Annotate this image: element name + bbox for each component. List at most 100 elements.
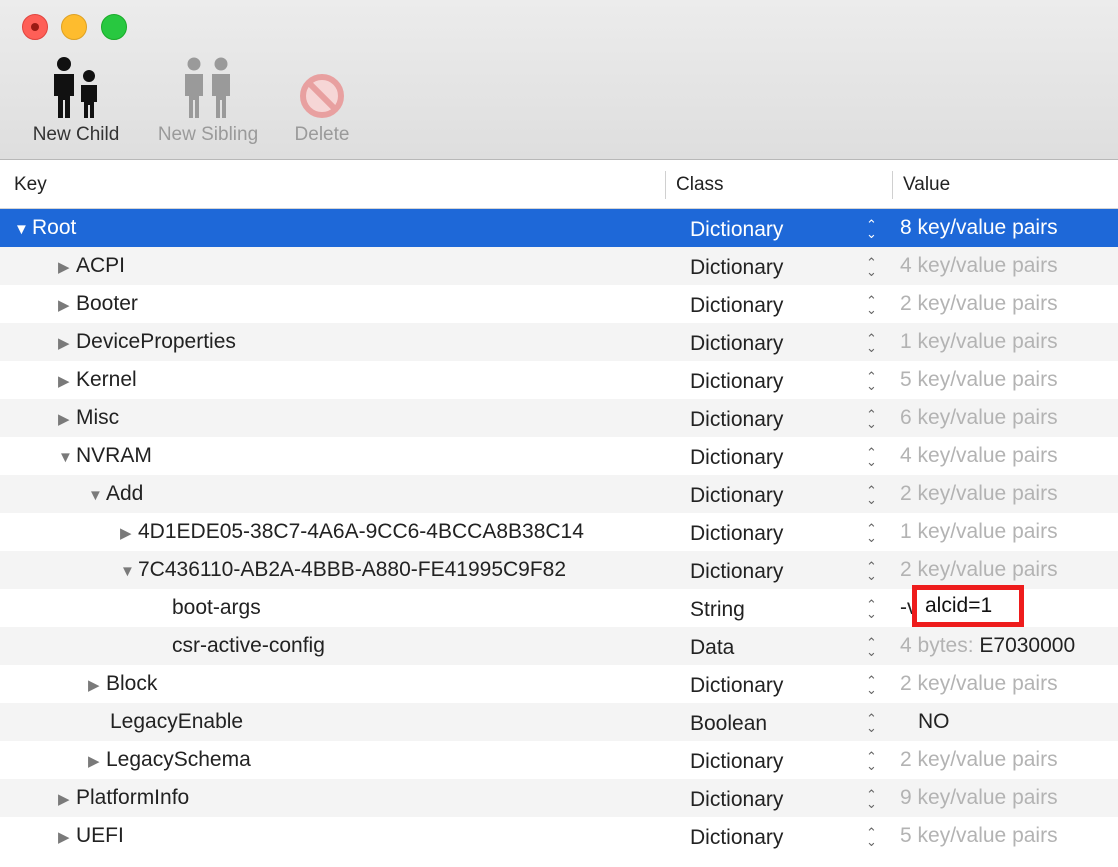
row-value[interactable]: 2 key/value pairs xyxy=(900,741,1058,779)
row-value[interactable]: 9 key/value pairs xyxy=(900,779,1058,817)
table-row[interactable]: csr-active-config Data ⌃ ⌄ 4 bytes: E7030… xyxy=(0,627,1118,665)
row-class[interactable]: Dictionary xyxy=(690,665,783,707)
row-class[interactable]: Dictionary xyxy=(690,513,783,555)
delete-button[interactable]: Delete xyxy=(282,52,362,152)
disclosure-open-icon[interactable]: ▼ xyxy=(88,477,106,515)
row-value[interactable]: 5 key/value pairs xyxy=(900,361,1058,399)
table-row[interactable]: ▶ DeviceProperties Dictionary ⌃ ⌄ 1 key/va… xyxy=(0,323,1118,361)
stepper-icon[interactable]: ⌃ ⌄ xyxy=(866,665,877,703)
table-row[interactable]: ▶ 4D1EDE05-38C7-4A6A-9CC6-4BCCA8B38C14 Di… xyxy=(0,513,1118,551)
row-value[interactable]: 2 key/value pairs xyxy=(900,551,1058,589)
stepper-icon[interactable]: ⌃ ⌄ xyxy=(866,779,877,817)
column-value-header[interactable]: Value xyxy=(903,161,950,209)
row-class[interactable]: Dictionary xyxy=(690,437,783,479)
table-row[interactable]: LegacyEnable Boolean ⌃ ⌄ NO xyxy=(0,703,1118,741)
disclosure-open-icon[interactable]: ▼ xyxy=(120,553,138,591)
table-row-root[interactable]: ▼ Root Dictionary ⌃ ⌄ 8 key/value pairs xyxy=(0,209,1118,247)
table-row[interactable]: ▶ Kernel Dictionary ⌃ ⌄ 5 key/value pairs xyxy=(0,361,1118,399)
row-value[interactable]: 1 key/value pairs xyxy=(900,513,1058,551)
disclosure-closed-icon[interactable]: ▶ xyxy=(58,819,76,857)
table-row[interactable]: ▶ PlatformInfo Dictionary ⌃ ⌄ 9 key/value … xyxy=(0,779,1118,817)
column-class-header[interactable]: Class xyxy=(676,161,724,209)
table-row[interactable]: ▼ NVRAM Dictionary ⌃ ⌄ 4 key/value pairs xyxy=(0,437,1118,475)
disclosure-open-icon[interactable]: ▼ xyxy=(14,211,32,249)
row-class[interactable]: Dictionary xyxy=(690,285,783,327)
table-row[interactable]: boot-args String ⌃ ⌄ -v alcid=1 xyxy=(0,585,1118,627)
stepper-icon[interactable]: ⌃ ⌄ xyxy=(866,361,877,399)
disclosure-closed-icon[interactable]: ▶ xyxy=(88,667,106,705)
row-value[interactable]: 4 bytes: E7030000 xyxy=(900,627,1075,665)
table-row[interactable]: ▶ ACPI Dictionary ⌃ ⌄ 4 key/value pairs xyxy=(0,247,1118,285)
stepper-icon[interactable]: ⌃ ⌄ xyxy=(866,551,877,589)
row-key: Add xyxy=(106,482,144,505)
row-class[interactable]: Dictionary xyxy=(690,475,783,517)
row-class[interactable]: Dictionary xyxy=(690,779,783,821)
column-key-header[interactable]: Key xyxy=(14,161,47,209)
row-key: NVRAM xyxy=(76,444,152,467)
highlighted-value-annotation: alcid=1 xyxy=(912,585,1024,627)
disclosure-closed-icon[interactable]: ▶ xyxy=(120,515,138,553)
disclosure-open-icon[interactable]: ▼ xyxy=(58,439,76,477)
row-value[interactable]: 2 key/value pairs xyxy=(900,475,1058,513)
row-value[interactable]: 5 key/value pairs xyxy=(900,817,1058,855)
stepper-icon[interactable]: ⌃ ⌄ xyxy=(866,323,877,361)
stepper-icon[interactable]: ⌃ ⌄ xyxy=(866,513,877,551)
stepper-icon[interactable]: ⌃ ⌄ xyxy=(866,209,877,247)
disclosure-closed-icon[interactable]: ▶ xyxy=(58,249,76,287)
row-class[interactable]: Dictionary xyxy=(690,361,783,403)
row-class[interactable]: Data xyxy=(690,627,734,669)
disclosure-closed-icon[interactable]: ▶ xyxy=(88,743,106,781)
disclosure-closed-icon[interactable]: ▶ xyxy=(58,781,76,819)
stepper-icon[interactable]: ⌃ ⌄ xyxy=(866,627,877,665)
stepper-icon[interactable]: ⌃ ⌄ xyxy=(866,285,877,323)
disclosure-closed-icon[interactable]: ▶ xyxy=(58,287,76,325)
row-value[interactable]: 2 key/value pairs xyxy=(900,285,1058,323)
table-row[interactable]: ▶ LegacySchema Dictionary ⌃ ⌄ 2 key/value … xyxy=(0,741,1118,779)
toolbar: New Child New Sibling Delete xyxy=(0,0,1118,160)
stepper-icon[interactable]: ⌃ ⌄ xyxy=(866,437,877,475)
stepper-icon[interactable]: ⌃ ⌄ xyxy=(866,703,877,741)
row-value[interactable]: 8 key/value pairs xyxy=(900,209,1058,247)
row-key: PlatformInfo xyxy=(76,786,190,809)
row-key: ACPI xyxy=(76,254,126,277)
delete-label: Delete xyxy=(294,124,350,145)
row-value[interactable]: 2 key/value pairs xyxy=(900,665,1058,703)
row-class[interactable]: Dictionary xyxy=(690,323,783,365)
new-child-button[interactable]: New Child xyxy=(22,52,130,152)
minimize-window-button[interactable] xyxy=(61,14,87,40)
disclosure-closed-icon[interactable]: ▶ xyxy=(58,363,76,401)
table-row[interactable]: ▶ Misc Dictionary ⌃ ⌄ 6 key/value pairs xyxy=(0,399,1118,437)
table-row[interactable]: ▼ 7C436110-AB2A-4BBB-A880-FE41995C9F82 Di… xyxy=(0,551,1118,589)
stepper-icon[interactable]: ⌃ ⌄ xyxy=(866,399,877,437)
row-class[interactable]: Boolean xyxy=(690,703,767,745)
stepper-icon[interactable]: ⌃ ⌄ xyxy=(866,741,877,779)
column-divider[interactable] xyxy=(892,171,893,199)
table-row[interactable]: ▼ Add Dictionary ⌃ ⌄ 2 key/value pairs xyxy=(0,475,1118,513)
table-row[interactable]: ▶ Block Dictionary ⌃ ⌄ 2 key/value pairs xyxy=(0,665,1118,703)
row-class[interactable]: String xyxy=(690,589,745,631)
row-class[interactable]: Dictionary xyxy=(690,209,783,251)
disclosure-closed-icon[interactable]: ▶ xyxy=(58,325,76,363)
new-sibling-button[interactable]: New Sibling xyxy=(144,52,272,152)
row-class[interactable]: Dictionary xyxy=(690,399,783,441)
row-value[interactable]: 6 key/value pairs xyxy=(900,399,1058,437)
stepper-icon[interactable]: ⌃ ⌄ xyxy=(866,817,877,855)
row-value[interactable]: 4 key/value pairs xyxy=(900,247,1058,285)
stepper-icon[interactable]: ⌃ ⌄ xyxy=(866,589,877,627)
row-class[interactable]: Dictionary xyxy=(690,817,783,859)
stepper-icon[interactable]: ⌃ ⌄ xyxy=(866,247,877,285)
close-window-button[interactable] xyxy=(22,14,48,40)
disclosure-closed-icon[interactable]: ▶ xyxy=(58,401,76,439)
row-value[interactable]: NO xyxy=(918,703,950,741)
row-key: UEFI xyxy=(76,824,124,847)
row-class[interactable]: Dictionary xyxy=(690,247,783,289)
table-row[interactable]: ▶ UEFI Dictionary ⌃ ⌄ 5 key/value pairs xyxy=(0,817,1118,855)
table-row[interactable]: ▶ Booter Dictionary ⌃ ⌄ 2 key/value pairs xyxy=(0,285,1118,323)
column-divider[interactable] xyxy=(665,171,666,199)
row-value[interactable]: 4 key/value pairs xyxy=(900,437,1058,475)
row-value[interactable]: 1 key/value pairs xyxy=(900,323,1058,361)
zoom-window-button[interactable] xyxy=(101,14,127,40)
row-class[interactable]: Dictionary xyxy=(690,551,783,593)
row-class[interactable]: Dictionary xyxy=(690,741,783,783)
stepper-icon[interactable]: ⌃ ⌄ xyxy=(866,475,877,513)
